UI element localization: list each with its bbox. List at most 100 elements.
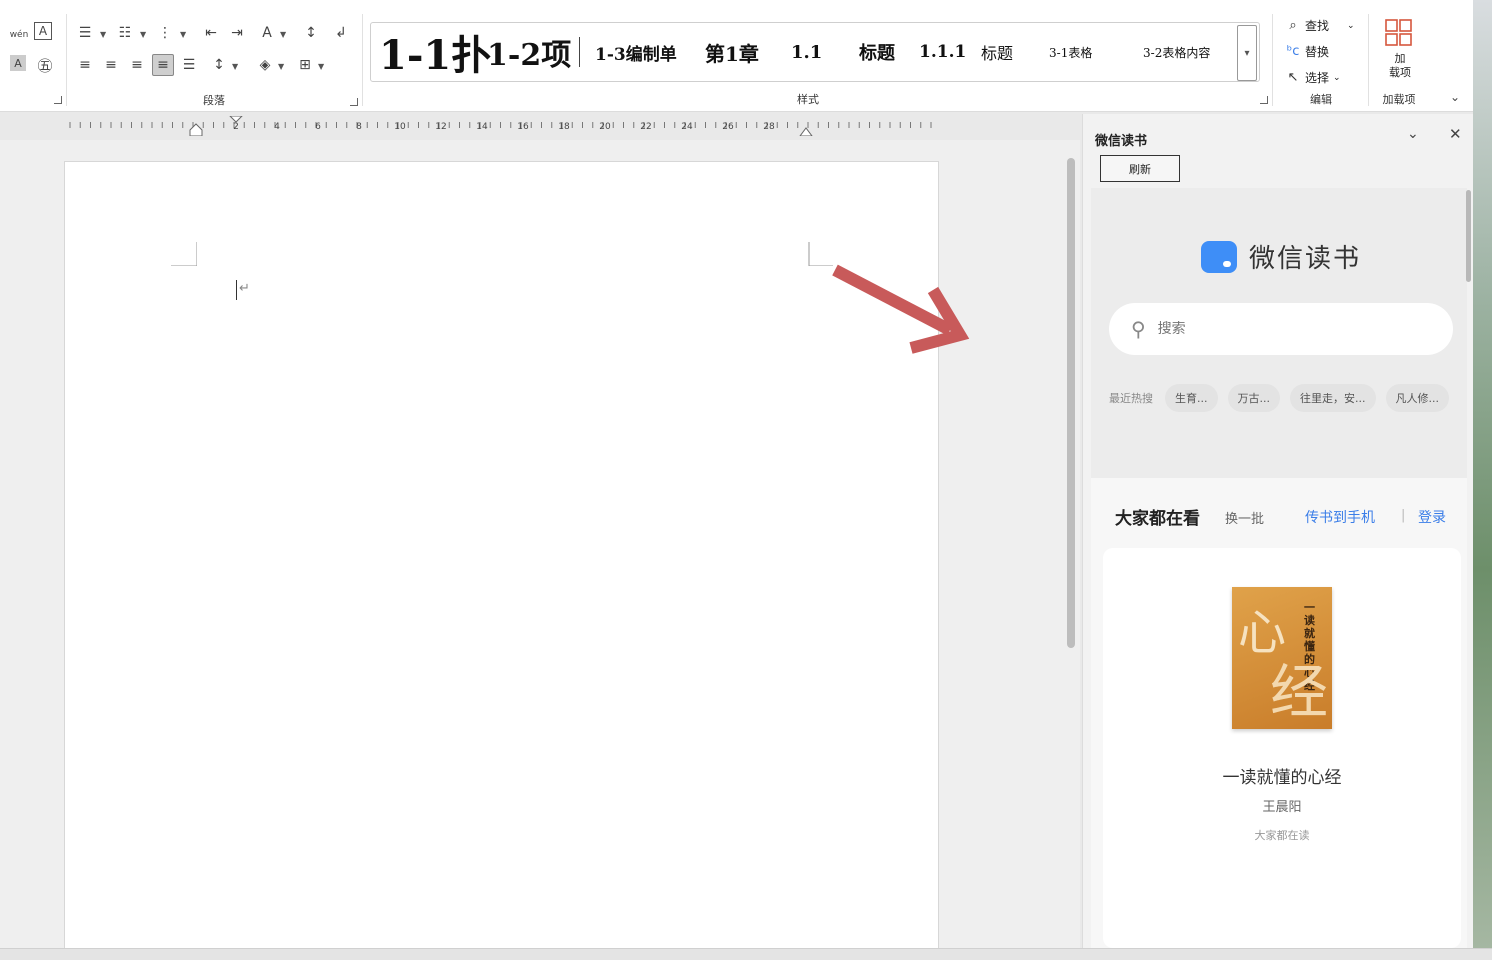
document-page[interactable] <box>64 161 939 960</box>
addins-grid-icon <box>1385 19 1412 46</box>
bullets-icon[interactable]: ☰ <box>74 22 96 44</box>
panel-scrollbar[interactable] <box>1466 190 1471 282</box>
char-shading-icon[interactable]: A <box>10 55 26 71</box>
ribbon: wén A A ㊄ ☰ ▼ ☷ ▼ ⋮ ▼ ⇤ ⇥ A ▼ ↕ ↲ ≡ ≡ ≡ … <box>0 0 1473 112</box>
book-card[interactable]: 心 一读就懂的心经 经 一读就懂的心经 王晨阳 大家都在读 <box>1103 548 1461 948</box>
edit-group-label: 编辑 <box>1310 93 1332 106</box>
divider <box>579 37 580 67</box>
chevron-down-icon[interactable]: ▼ <box>100 30 106 39</box>
addins-group-label: 加载项 <box>1382 93 1416 106</box>
first-line-indent-marker <box>229 116 243 123</box>
desktop-background-strip <box>1473 0 1492 948</box>
link-divider: | <box>1401 508 1406 523</box>
panel-title: 微信读书 <box>1095 134 1148 149</box>
crop-mark-top-left <box>171 242 197 266</box>
select-label: 选择 <box>1305 71 1330 85</box>
ruler-label: 2 <box>233 122 239 132</box>
enclose-char-icon[interactable]: ㊄ <box>34 54 56 76</box>
find-label: 查找 <box>1305 19 1330 33</box>
align-right-icon[interactable]: ≡ <box>126 54 148 76</box>
sort-icon[interactable]: ↕ <box>300 22 322 44</box>
book-author: 王晨阳 <box>1262 800 1302 815</box>
horizontal-ruler[interactable]: 2 4 6 8 10 12 14 16 18 20 22 24 26 28 <box>64 116 944 136</box>
brand: 微信读书 <box>1201 238 1361 275</box>
search-input[interactable] <box>1157 321 1408 337</box>
collapse-ribbon-icon[interactable]: ⌄ <box>1450 90 1460 104</box>
close-icon[interactable]: ✕ <box>1449 125 1462 143</box>
paragraph-group: ☰ ▼ ☷ ▼ ⋮ ▼ ⇤ ⇥ A ▼ ↕ ↲ ≡ ≡ ≡ ≡ ☰ ↕ ▼ ◈ … <box>68 12 360 110</box>
shading-icon[interactable]: ◈ <box>254 54 276 76</box>
style-heading-2[interactable]: 标题 <box>981 23 1013 81</box>
chevron-down-icon[interactable]: ⌄ <box>1333 73 1341 83</box>
search-icon: ⌕ <box>1289 18 1297 33</box>
style-1-1[interactable]: 1-1扑 <box>379 23 491 81</box>
hot-search-chip[interactable]: 生育... <box>1165 384 1218 412</box>
chevron-down-icon[interactable]: ▼ <box>180 30 186 39</box>
style-1-3[interactable]: 1-3编制单 <box>595 23 677 81</box>
styles-dialog-launcher-icon[interactable] <box>1260 96 1268 104</box>
hot-search-chip[interactable]: 往里走，安... <box>1290 384 1376 412</box>
styles-gallery: 1-1扑 1-2项 1-3编制单 第1章 1.1 标题 1.1.1 标题 3-1… <box>370 22 1260 82</box>
replace-label: 替换 <box>1305 45 1330 59</box>
distributed-icon[interactable]: ☰ <box>178 54 200 76</box>
paragraph-mark: ↵ <box>239 281 250 296</box>
chevron-down-icon[interactable]: ⌄ <box>1347 21 1355 31</box>
find-button[interactable]: ⌕ 查找 ⌄ <box>1285 17 1355 34</box>
borders-icon[interactable]: ⊞ <box>294 54 316 76</box>
red-arrow-annotation <box>832 264 970 354</box>
increase-indent-icon[interactable]: ⇥ <box>226 22 248 44</box>
decrease-indent-icon[interactable]: ⇤ <box>200 22 222 44</box>
text-cursor <box>236 280 237 300</box>
divider <box>1272 14 1273 106</box>
paragraph-group-label: 段落 <box>203 94 225 107</box>
multilevel-list-icon[interactable]: ⋮ <box>154 22 176 44</box>
chevron-down-icon[interactable]: ▼ <box>140 30 146 39</box>
swap-batch-link[interactable]: 换一批 <box>1225 508 1264 527</box>
char-border-icon[interactable]: A <box>34 22 52 40</box>
replace-button[interactable]: ᵇc 替换 <box>1285 43 1329 60</box>
document-scrollbar[interactable] <box>1067 158 1075 648</box>
phonetic-guide-icon[interactable]: wén <box>8 24 30 46</box>
style-1-1-1[interactable]: 1.1.1 <box>919 23 966 81</box>
addins-button-label: 加 载项 <box>1389 52 1411 79</box>
line-spacing-icon[interactable]: ↕ <box>208 54 230 76</box>
search-icon: ⚲ <box>1131 317 1146 341</box>
chevron-down-icon[interactable]: ▼ <box>232 62 238 71</box>
show-marks-icon[interactable]: ↲ <box>330 22 352 44</box>
gallery-more-button[interactable]: ▾ <box>1237 25 1257 81</box>
align-center-icon[interactable]: ≡ <box>100 54 122 76</box>
justify-icon[interactable]: ≡ <box>152 54 174 76</box>
chinese-layout-icon[interactable]: A <box>256 22 278 44</box>
style-1-2[interactable]: 1-2项 <box>487 23 571 81</box>
select-button[interactable]: ↖ 选择 ⌄ <box>1285 69 1341 86</box>
chevron-down-icon[interactable]: ⌄ <box>1407 126 1419 142</box>
font-dialog-launcher-icon[interactable] <box>54 96 62 104</box>
chevron-down-icon[interactable]: ▼ <box>278 62 284 71</box>
refresh-button[interactable]: 刷新 <box>1100 155 1180 182</box>
ruler-label: 28 <box>763 122 775 132</box>
styles-group-label: 样式 <box>797 93 819 106</box>
book-cover[interactable]: 心 一读就懂的心经 经 <box>1232 587 1332 729</box>
numbering-icon[interactable]: ☷ <box>114 22 136 44</box>
style-chapter[interactable]: 第1章 <box>705 23 759 81</box>
ruler-label: 24 <box>681 122 693 132</box>
hot-search-label: 最近热搜 <box>1109 392 1153 405</box>
wechat-read-logo-icon <box>1201 240 1237 273</box>
style-3-2[interactable]: 3-2表格内容 <box>1143 23 1210 81</box>
style-3-1[interactable]: 3-1表格 <box>1049 23 1092 81</box>
send-to-phone-link[interactable]: 传书到手机 <box>1305 507 1375 527</box>
section-title: 大家都在看 <box>1115 509 1200 529</box>
style-1-1-heading[interactable]: 1.1 <box>791 23 822 81</box>
chevron-down-icon[interactable]: ▼ <box>318 62 324 71</box>
login-link[interactable]: 登录 <box>1418 507 1446 527</box>
addins-button[interactable]: 加 载项 <box>1378 16 1422 86</box>
book-title[interactable]: 一读就懂的心经 <box>1103 763 1461 788</box>
style-heading-1[interactable]: 标题 <box>859 23 895 81</box>
chevron-down-icon[interactable]: ▼ <box>280 30 286 39</box>
paragraph-dialog-launcher-icon[interactable] <box>350 98 358 106</box>
align-left-icon[interactable]: ≡ <box>74 54 96 76</box>
search-box[interactable]: ⚲ <box>1109 303 1453 355</box>
hot-search-chip[interactable]: 万古... <box>1227 384 1280 412</box>
hot-search-chip[interactable]: 凡人修... <box>1385 384 1449 412</box>
right-indent-marker <box>799 127 813 136</box>
